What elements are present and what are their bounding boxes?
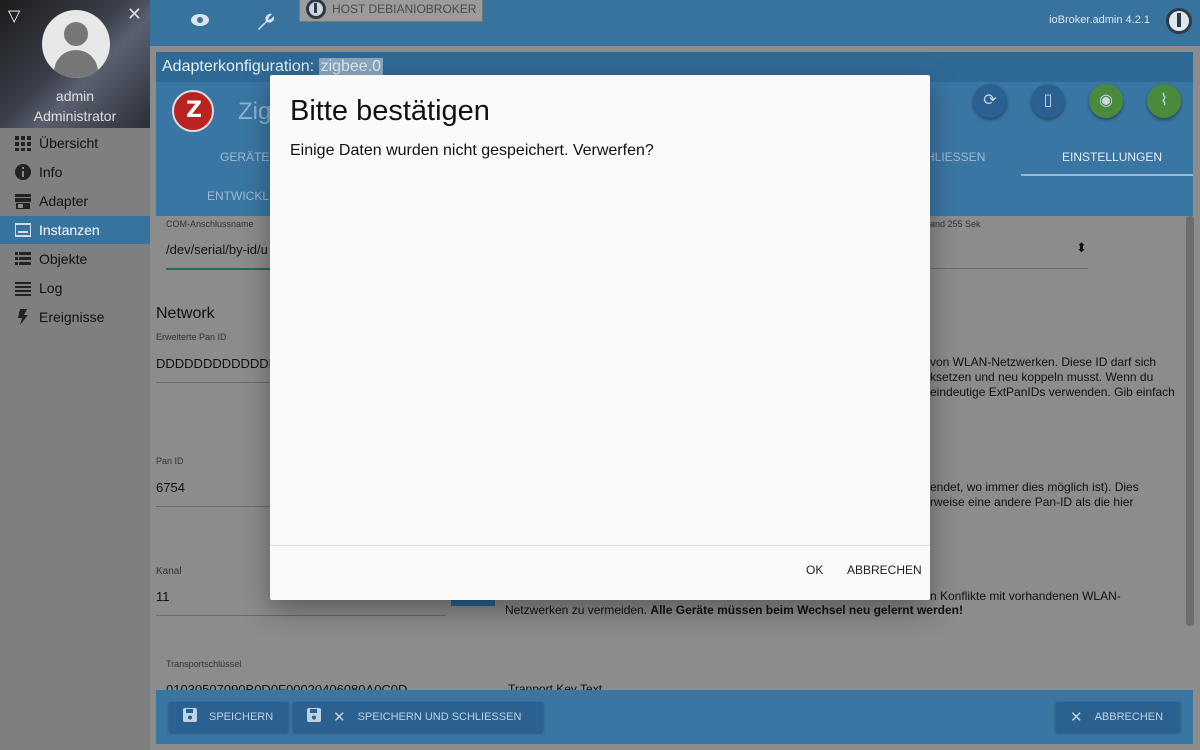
ext-pan-input[interactable]: DDDDDDDDDDDDD <box>156 356 278 371</box>
sidebar-item-ereignisse[interactable]: Ereignisse <box>0 303 150 331</box>
sidebar-header: ▽ ✕ admin Administrator <box>0 0 150 128</box>
channel-description-1: n Konflikte mit vorhandenen WLAN- <box>930 589 1121 603</box>
pan-id-underline <box>156 506 270 507</box>
save-and-close-button[interactable]: ✕ SPEICHERN UND SCHLIESSEN <box>293 702 543 732</box>
transport-key-label: Transportschlüssel <box>166 659 242 669</box>
info-icon <box>15 164 31 180</box>
dialog-divider <box>270 545 930 546</box>
channel-description-2: Netzwerken zu vermeiden. Alle Geräte müs… <box>505 603 963 617</box>
ext-pan-label: Erweiterte Pan ID <box>156 332 227 342</box>
save-label: SPEICHERN <box>209 711 274 723</box>
sidebar-item-uebersicht[interactable]: Übersicht <box>0 129 150 157</box>
com-port-label: COM-Anschlussname <box>166 219 254 229</box>
list-icon <box>15 251 31 267</box>
com-port-input[interactable]: /dev/serial/by-id/u <box>166 242 268 257</box>
channel-underline <box>156 615 446 616</box>
sidebar-item-label: Adapter <box>39 193 89 209</box>
cancel-button[interactable]: ✕ ABBRECHEN <box>1056 702 1180 732</box>
signal-off-icon: ⌇ <box>1160 92 1168 109</box>
sidebar: ▽ ✕ admin Administrator Übersicht Info A… <box>0 0 150 750</box>
ext-pan-description: von WLAN-Netzwerken. Diese ID darf sich … <box>930 355 1175 399</box>
eye-icon[interactable] <box>190 11 210 34</box>
iobroker-logo-icon[interactable] <box>1166 8 1192 34</box>
transport-key-input[interactable]: 01030507090B0D0F00020406080A0C0D <box>166 682 407 690</box>
host-button[interactable]: HOST DEBIANIOBROKER <box>299 0 483 22</box>
dialog-ok-button[interactable]: OK <box>800 563 829 577</box>
sidebar-item-label: Log <box>39 280 63 296</box>
ext-pan-underline <box>156 382 270 383</box>
page-title-prefix: Adapterkonfiguration: <box>162 58 319 75</box>
close-icon[interactable]: ✕ <box>127 4 142 25</box>
dialog-message: Einige Daten wurden nicht gespeichert. V… <box>290 142 654 159</box>
com-port-underline <box>166 268 276 270</box>
wrench-icon[interactable] <box>254 11 275 36</box>
tab-indicator <box>1021 174 1193 176</box>
signal-button[interactable]: ⌇ <box>1147 84 1181 118</box>
user-name: admin <box>55 88 95 104</box>
user-role: Administrator <box>33 108 117 124</box>
top-bar: HOST DEBIANIOBROKER ioBroker.admin 4.2.1 <box>150 0 1200 46</box>
transport-key-description: Tranport Key Text <box>508 682 603 690</box>
sidebar-item-objekte[interactable]: Objekte <box>0 245 150 273</box>
sidebar-item-adapter[interactable]: Adapter <box>0 187 150 215</box>
channel-label: Kanal <box>156 566 182 577</box>
store-icon <box>15 193 31 209</box>
timeout-underline <box>930 268 1088 269</box>
refresh-button[interactable]: ⟳ <box>973 84 1007 118</box>
number-stepper-icon[interactable]: ⬍ <box>1076 240 1087 256</box>
timeout-label: and 255 Sek <box>930 219 981 229</box>
pan-id-label: Pan ID <box>156 456 184 466</box>
log-icon <box>15 280 31 296</box>
sidebar-item-label: Ereignisse <box>39 309 105 325</box>
device-icon: ▯ <box>1043 92 1053 109</box>
avatar <box>42 10 110 78</box>
bolt-icon <box>15 309 31 325</box>
version-label: ioBroker.admin 4.2.1 <box>1049 14 1150 26</box>
menu-toggle-icon[interactable]: ▽ <box>8 6 20 26</box>
sidebar-item-info[interactable]: Info <box>0 158 150 186</box>
sidebar-item-label: Objekte <box>39 251 88 267</box>
save-icon <box>183 708 197 726</box>
dialog-cancel-button[interactable]: ABBRECHEN <box>841 563 928 577</box>
network-heading: Network <box>156 305 215 322</box>
device-button[interactable]: ▯ <box>1031 84 1065 118</box>
sidebar-item-log[interactable]: Log <box>0 274 150 302</box>
tab-speichern-schliessen[interactable]: HLIESSEN <box>926 150 985 164</box>
refresh-icon: ⟳ <box>983 92 997 109</box>
grid-icon <box>15 135 31 151</box>
wifi-icon: ◉ <box>1099 92 1113 109</box>
tab-einstellungen[interactable]: EINSTELLUNGEN <box>1062 150 1162 164</box>
tab-entwickler[interactable]: ENTWICKLE <box>207 189 277 203</box>
zigbee-logo-icon: Z <box>172 90 214 132</box>
pan-id-description: endet, wo immer dies möglich ist). Dies … <box>930 480 1139 509</box>
sidebar-item-label: Übersicht <box>39 135 99 151</box>
host-label: HOST DEBIANIOBROKER <box>332 2 477 16</box>
channel-input[interactable]: 11 <box>156 589 170 604</box>
save-and-close-label: SPEICHERN UND SCHLIESSEN <box>357 711 522 723</box>
sidebar-item-label: Instanzen <box>39 222 100 238</box>
adapter-title: Zig <box>238 98 272 125</box>
sidebar-item-label: Info <box>39 164 63 180</box>
instance-name: zigbee.0 <box>318 58 384 75</box>
scrollbar[interactable] <box>1186 216 1194 626</box>
close-icon: ✕ <box>1070 709 1083 726</box>
dialog-title: Bitte bestätigen <box>290 95 490 127</box>
save-icon <box>307 708 321 726</box>
save-button[interactable]: SPEICHERN <box>169 702 288 732</box>
instances-icon <box>14 222 32 238</box>
sidebar-item-instanzen[interactable]: Instanzen <box>0 216 150 244</box>
tab-geraete[interactable]: GERÄTE <box>220 150 269 164</box>
pan-id-input[interactable]: 6754 <box>156 480 185 495</box>
pairing-button[interactable]: ◉ <box>1089 84 1123 118</box>
power-icon <box>306 0 326 19</box>
bottom-action-bar: SPEICHERN ✕ SPEICHERN UND SCHLIESSEN ✕ A… <box>156 690 1193 744</box>
cancel-label: ABBRECHEN <box>1094 711 1164 723</box>
confirm-dialog: Bitte bestätigen Einige Daten wurden nic… <box>270 75 930 600</box>
close-icon: ✕ <box>333 709 346 726</box>
